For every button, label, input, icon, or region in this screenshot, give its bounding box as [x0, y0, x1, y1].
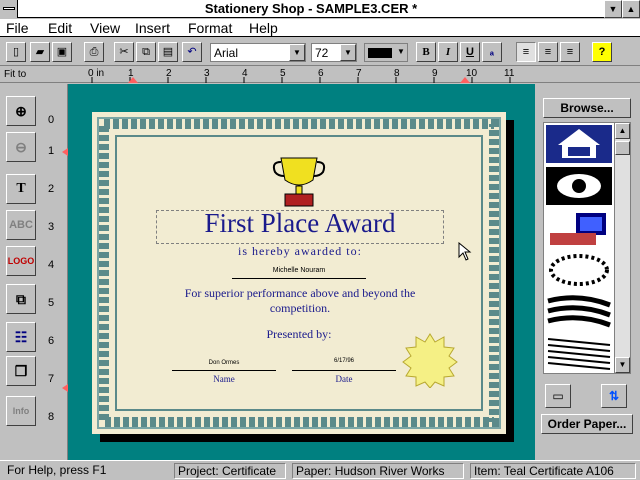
certificate-title[interactable]: First Place Award — [156, 208, 444, 239]
toolbar: ▯ ▰ ▣ ⎙ ✂ ⧉ ▤ ↶ Arial ▼ 72 ▼ ▼ B I U ₐ ≡ ≡… — [0, 38, 640, 66]
menu-bar: File Edit View Insert Format Help — [0, 19, 640, 37]
cut-icon[interactable]: ✂ — [114, 42, 134, 62]
clipart-gallery: Browse... ▲ ▼ ▭ ⇅ Order Paper... — [535, 84, 640, 460]
menu-format[interactable]: Format — [188, 19, 232, 37]
text-tool-icon[interactable]: T — [6, 174, 36, 204]
status-paper: Paper: Hudson River Works — [292, 463, 464, 479]
mouse-pointer-icon — [458, 242, 472, 261]
align-center-icon[interactable]: ≡ — [538, 42, 558, 62]
title-bar: Stationery Shop - SAMPLE3.CER * ▼ ▲ — [0, 0, 640, 18]
menu-insert[interactable]: Insert — [135, 19, 170, 37]
order-paper-button[interactable]: Order Paper... — [541, 414, 633, 434]
font-select[interactable]: Arial ▼ — [210, 43, 306, 62]
frame-icon[interactable]: ⧉ — [6, 284, 36, 314]
recipient-name[interactable]: Michelle Nouram — [232, 267, 366, 279]
horizontal-ruler: Fit to 0 in 1 2 3 4 5 6 7 8 9 10 11 — [0, 67, 640, 83]
align-left-icon[interactable]: ≡ — [516, 42, 536, 62]
awarded-text[interactable]: is hereby awarded to: — [156, 244, 444, 259]
canvas-area[interactable]: First Place Award is hereby awarded to: … — [68, 84, 535, 460]
size-select[interactable]: 72 ▼ — [311, 43, 357, 62]
italic-button[interactable]: I — [438, 42, 458, 62]
status-item: Item: Teal Certificate A106 — [470, 463, 636, 479]
case-icon[interactable]: ₐ — [482, 42, 502, 62]
scroll-down-icon[interactable]: ▼ — [615, 357, 630, 373]
swap-icon[interactable]: ⇅ — [601, 384, 627, 408]
minimize-button[interactable]: ▼ — [604, 0, 622, 18]
clipart-list[interactable]: ▲ ▼ — [543, 122, 631, 374]
menu-edit[interactable]: Edit — [48, 19, 72, 37]
paste-icon[interactable]: ▤ — [158, 42, 178, 62]
window-title: Stationery Shop - SAMPLE3.CER * — [204, 1, 418, 16]
scroll-up-icon[interactable]: ▲ — [615, 123, 630, 139]
browse-button[interactable]: Browse... — [543, 98, 631, 118]
reason-text[interactable]: For superior performance above and beyon… — [162, 286, 438, 316]
status-project: Project: Certificate — [174, 463, 286, 479]
name-label: Name — [213, 374, 235, 384]
lines-clipart-icon[interactable] — [546, 335, 612, 373]
system-menu-icon[interactable] — [0, 0, 18, 18]
waves-clipart-icon[interactable] — [546, 293, 612, 331]
menu-file[interactable]: File — [6, 19, 29, 37]
zoom-out-icon[interactable]: ⊖ — [6, 132, 36, 162]
color-select[interactable]: ▼ — [364, 43, 408, 62]
maximize-button[interactable]: ▲ — [622, 0, 640, 18]
tool-palette: ⊕ ⊖ T ABC LOGO ⧉ ☷ ❐ Info — [0, 84, 44, 460]
bold-button[interactable]: B — [416, 42, 436, 62]
eye-clipart-icon[interactable] — [546, 167, 612, 205]
certificate-page[interactable]: First Place Award is hereby awarded to: … — [92, 112, 506, 434]
undo-icon[interactable]: ↶ — [182, 42, 202, 62]
computer-clipart-icon[interactable] — [546, 209, 612, 247]
align-objects-icon[interactable]: ☷ — [6, 322, 36, 352]
gallery-scrollbar[interactable]: ▲ ▼ — [614, 123, 630, 373]
underline-button[interactable]: U — [460, 42, 480, 62]
layer-icon[interactable]: ❐ — [6, 356, 36, 386]
house-clipart-icon[interactable] — [546, 125, 612, 163]
save-icon[interactable]: ▣ — [52, 42, 72, 62]
help-icon[interactable]: ? — [592, 42, 612, 62]
swirl-clipart-icon[interactable] — [546, 251, 612, 289]
copy-icon[interactable]: ⧉ — [136, 42, 156, 62]
presented-text[interactable]: Presented by: — [232, 327, 366, 342]
open-icon[interactable]: ▰ — [30, 42, 50, 62]
presenter-name[interactable]: Don Ormes — [172, 360, 276, 371]
menu-view[interactable]: View — [90, 19, 120, 37]
trophy-icon — [272, 157, 326, 207]
scroll-thumb[interactable] — [615, 141, 630, 155]
status-bar: For Help, press F1 Project: Certificate … — [0, 460, 640, 480]
color-swatch — [368, 48, 392, 58]
zoom-in-icon[interactable]: ⊕ — [6, 96, 36, 126]
info-icon[interactable]: Info — [6, 396, 36, 426]
logo-icon[interactable]: LOGO — [6, 246, 36, 276]
menu-help[interactable]: Help — [249, 19, 278, 37]
status-help: For Help, press F1 — [7, 463, 107, 477]
gold-seal-icon[interactable] — [400, 332, 460, 388]
print-icon[interactable]: ⎙ — [84, 42, 104, 62]
align-right-icon[interactable]: ≡ — [560, 42, 580, 62]
vertical-ruler: 0 1 2 3 4 5 6 7 8 — [44, 84, 68, 460]
insert-image-icon[interactable]: ▭ — [545, 384, 571, 408]
chevron-down-icon[interactable]: ▼ — [340, 44, 356, 61]
date-label: Date — [335, 374, 353, 384]
chevron-down-icon[interactable]: ▼ — [289, 44, 305, 61]
new-icon[interactable]: ▯ — [6, 42, 26, 62]
date-value[interactable]: 6/17/96 — [292, 358, 396, 371]
ruler-ticks — [62, 148, 68, 392]
chevron-down-icon[interactable]: ▼ — [395, 44, 407, 61]
art-text-icon[interactable]: ABC — [6, 210, 36, 240]
